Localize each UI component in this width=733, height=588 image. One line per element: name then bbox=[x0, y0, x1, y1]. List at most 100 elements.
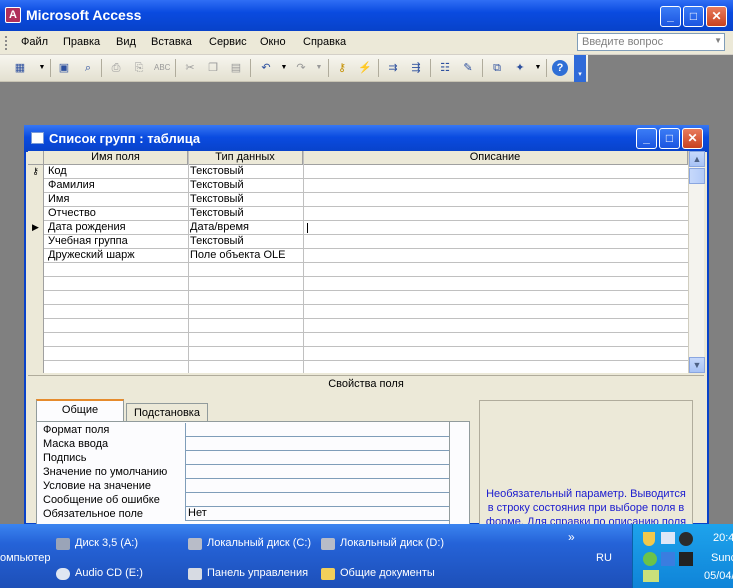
row-selector[interactable] bbox=[28, 179, 44, 193]
monitor-icon[interactable] bbox=[661, 552, 675, 566]
view-icon[interactable]: ▦ bbox=[12, 60, 28, 76]
taskbar-chevron-icon[interactable]: » bbox=[568, 530, 575, 544]
undo-dropdown-icon[interactable]: ▼ bbox=[276, 60, 292, 76]
primary-key-icon[interactable]: ⚷ bbox=[28, 165, 44, 179]
undo-icon[interactable]: ↶ bbox=[258, 60, 274, 76]
speaker-icon[interactable] bbox=[679, 532, 693, 546]
row-selector[interactable] bbox=[28, 361, 44, 373]
tab-lookup[interactable]: Подстановка bbox=[126, 403, 208, 421]
data-type-cell[interactable]: Текстовый bbox=[190, 179, 244, 192]
menu-help[interactable]: Справка bbox=[303, 36, 346, 48]
row-selector[interactable] bbox=[28, 347, 44, 361]
taskbar-disk-c[interactable]: Локальный диск (C:) bbox=[207, 537, 311, 549]
row-selector[interactable] bbox=[28, 291, 44, 305]
new-object-icon[interactable]: ✦ bbox=[512, 60, 528, 76]
dropdown-arrow-icon[interactable]: ▼ bbox=[714, 36, 722, 45]
build-icon[interactable]: ✎ bbox=[460, 60, 476, 76]
field-name-cell[interactable]: Дата рождения bbox=[48, 221, 126, 234]
scroll-thumb[interactable] bbox=[689, 168, 705, 184]
taskbar-shared-docs[interactable]: Общие документы bbox=[340, 567, 435, 579]
menu-file[interactable]: Файл bbox=[21, 36, 48, 48]
child-close-button[interactable]: ✕ bbox=[682, 128, 703, 149]
data-type-cell[interactable]: Текстовый bbox=[190, 193, 244, 206]
table-row[interactable]: Фамилия Текстовый bbox=[28, 179, 688, 193]
copy-icon[interactable]: ❐ bbox=[205, 60, 221, 76]
properties-icon[interactable]: ☷ bbox=[437, 60, 453, 76]
antivirus-icon[interactable] bbox=[643, 552, 657, 566]
field-name-cell[interactable]: Код bbox=[48, 165, 67, 178]
property-value-field[interactable] bbox=[185, 451, 449, 465]
database-window-icon[interactable]: ⧉ bbox=[489, 60, 505, 76]
table-row[interactable] bbox=[28, 277, 688, 291]
row-selector[interactable] bbox=[28, 193, 44, 207]
field-name-cell[interactable]: Дружеский шарж bbox=[48, 249, 135, 262]
child-maximize-button[interactable]: □ bbox=[659, 128, 680, 149]
child-minimize-button[interactable]: _ bbox=[636, 128, 657, 149]
taskbar-audio-cd[interactable]: Audio CD (E:) bbox=[75, 567, 143, 579]
data-type-cell[interactable]: Текстовый bbox=[190, 235, 244, 248]
data-type-cell[interactable]: Поле объекта OLE bbox=[190, 249, 285, 262]
taskbar-floppy[interactable]: Диск 3,5 (A:) bbox=[75, 537, 138, 549]
table-row[interactable] bbox=[28, 305, 688, 319]
scroll-down-icon[interactable]: ▼ bbox=[689, 357, 705, 373]
paste-icon[interactable]: ▤ bbox=[228, 60, 244, 76]
table-row[interactable]: Имя Текстовый bbox=[28, 193, 688, 207]
row-selector[interactable] bbox=[28, 333, 44, 347]
header-data-type[interactable]: Тип данных bbox=[188, 151, 303, 165]
table-row[interactable] bbox=[28, 319, 688, 333]
device-icon[interactable] bbox=[643, 570, 659, 582]
field-name-cell[interactable]: Имя bbox=[48, 193, 69, 206]
data-type-cell[interactable]: Текстовый bbox=[190, 165, 244, 178]
spelling-icon[interactable]: ABC bbox=[154, 60, 170, 76]
field-name-cell[interactable]: Отчество bbox=[48, 207, 96, 220]
maximize-button[interactable]: □ bbox=[683, 6, 704, 27]
table-row[interactable] bbox=[28, 263, 688, 277]
close-button[interactable]: ✕ bbox=[706, 6, 727, 27]
data-type-cell[interactable]: Текстовый bbox=[190, 207, 244, 220]
help-icon[interactable]: ? bbox=[552, 60, 568, 76]
table-row[interactable] bbox=[28, 291, 688, 305]
insert-rows-icon[interactable]: ⇉ bbox=[385, 60, 401, 76]
property-value-field[interactable] bbox=[185, 465, 449, 479]
minimize-button[interactable]: _ bbox=[660, 6, 681, 27]
header-description[interactable]: Описание bbox=[303, 151, 688, 165]
current-row-icon[interactable]: ▶ bbox=[28, 221, 44, 235]
taskbar-disk-d[interactable]: Локальный диск (D:) bbox=[340, 537, 444, 549]
view-dropdown-icon[interactable]: ▼ bbox=[34, 60, 50, 76]
grid-scrollbar[interactable]: ▲ ▼ bbox=[688, 151, 705, 373]
table-row[interactable] bbox=[28, 361, 688, 373]
row-selector[interactable] bbox=[28, 319, 44, 333]
row-selector[interactable] bbox=[28, 305, 44, 319]
table-row[interactable]: ▶ Дата рождения Дата/время bbox=[28, 221, 688, 235]
header-field-name[interactable]: Имя поля bbox=[44, 151, 188, 165]
table-row[interactable]: ⚷ Код Текстовый bbox=[28, 165, 688, 179]
table-row[interactable]: Отчество Текстовый bbox=[28, 207, 688, 221]
row-selector[interactable] bbox=[28, 263, 44, 277]
search-file-icon[interactable]: ⌕ bbox=[80, 60, 96, 76]
network-icon[interactable] bbox=[661, 532, 675, 544]
redo-icon[interactable]: ↷ bbox=[293, 60, 309, 76]
redo-dropdown-icon[interactable]: ▼ bbox=[311, 60, 327, 76]
row-selector[interactable] bbox=[28, 249, 44, 263]
property-value-field[interactable] bbox=[185, 493, 449, 507]
cut-icon[interactable]: ✂ bbox=[182, 60, 198, 76]
property-value-field[interactable] bbox=[185, 479, 449, 493]
menu-view[interactable]: Вид bbox=[116, 36, 136, 48]
property-value-field[interactable]: Нет bbox=[185, 507, 449, 521]
taskbar-control-panel[interactable]: Панель управления bbox=[207, 567, 308, 579]
field-name-cell[interactable]: Фамилия bbox=[48, 179, 95, 192]
print-icon[interactable]: ⎙ bbox=[108, 60, 124, 76]
row-selector[interactable] bbox=[28, 235, 44, 249]
primary-key-icon[interactable]: ⚷ bbox=[334, 60, 350, 76]
menu-window[interactable]: Окно bbox=[260, 36, 286, 48]
toolbar-options-icon[interactable]: ▾ bbox=[574, 55, 586, 82]
table-row[interactable]: Учебная группа Текстовый bbox=[28, 235, 688, 249]
menu-insert[interactable]: Вставка bbox=[151, 36, 192, 48]
table-row[interactable] bbox=[28, 333, 688, 347]
delete-rows-icon[interactable]: ⇶ bbox=[408, 60, 424, 76]
indexes-icon[interactable]: ⚡ bbox=[357, 60, 373, 76]
property-value-field[interactable] bbox=[185, 437, 449, 451]
table-row[interactable] bbox=[28, 347, 688, 361]
print-preview-icon[interactable]: ⎘ bbox=[131, 60, 147, 76]
new-object-dropdown-icon[interactable]: ▼ bbox=[530, 60, 546, 76]
